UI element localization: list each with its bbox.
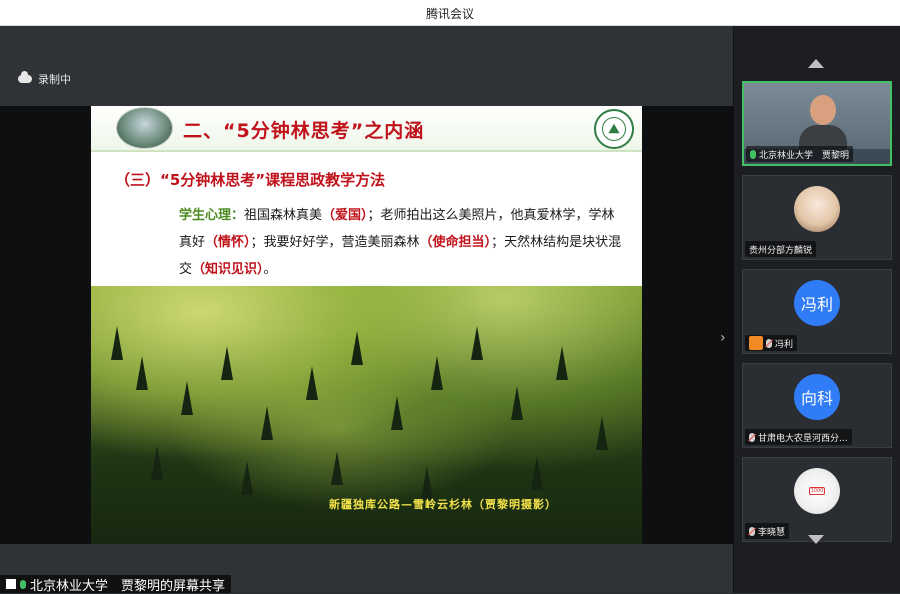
scroll-down-icon[interactable] (808, 535, 824, 544)
participant-avatar (794, 186, 840, 232)
participant-name: 贵州分部方麟锐 (749, 245, 813, 256)
participant-name: 冯利 (775, 339, 794, 350)
para-seg: （爱国） (322, 208, 368, 223)
user-icon (749, 336, 763, 350)
slide-title: 二、“5分钟林思考”之内涵 (183, 120, 425, 142)
participant-tile[interactable]: 1000 李晓慧 (742, 457, 892, 542)
window-titlebar: 腾讯会议 (0, 0, 900, 26)
mic-muted-icon (749, 526, 755, 536)
cloud-icon (18, 71, 32, 83)
para-seg: （情怀） (205, 235, 251, 250)
para-seg: ；我要好好学，营造美丽森林 (250, 235, 420, 250)
participant-name-bar: 冯利 (745, 335, 798, 351)
participant-tile[interactable]: 北京林业大学 贾黎明 (742, 81, 892, 166)
scroll-up-icon[interactable] (808, 59, 824, 68)
participant-avatar: 1000 (794, 468, 840, 514)
main-stage: 录制中 二、“5分钟林思考”之内涵 ⛰ （三）“5分钟林思考”课程思政教学方法 … (0, 26, 733, 593)
para-seg: （使命担当） (419, 235, 492, 250)
chevron-right-icon[interactable]: › (720, 330, 726, 346)
share-banner-text: 北京林业大学 贾黎明的屏幕共享 (30, 578, 226, 594)
participant-tile[interactable]: 贵州分部方麟锐 (742, 175, 892, 260)
participant-tile[interactable]: 冯利 冯利 (742, 269, 892, 354)
mic-icon (20, 579, 26, 589)
participant-name: 李晓慧 (758, 527, 786, 538)
mic-muted-icon (749, 432, 755, 442)
participant-name: 北京林业大学 贾黎明 (759, 150, 850, 161)
slide-paragraph: 学生心理：祖国森林真美（爱国）；老师拍出这么美照片，他真爱林学，学林真好（情怀）… (179, 202, 624, 283)
forest-photo: 新疆独库公路—雪岭云杉林（贾黎明摄影） (91, 286, 642, 544)
screen-share-area: 二、“5分钟林思考”之内涵 ⛰ （三）“5分钟林思考”课程思政教学方法 学生心理… (0, 106, 733, 544)
para-seg: 学生心理： (179, 208, 245, 223)
slide-subtitle: （三）“5分钟林思考”课程思政教学方法 (115, 171, 386, 189)
participant-name-bar: 北京林业大学 贾黎明 (746, 146, 854, 162)
slide-header: 二、“5分钟林思考”之内涵 ⛰ (91, 106, 642, 152)
para-seg: 祖国森林真美 (244, 208, 323, 223)
participant-video (744, 83, 890, 149)
logo-badge-icon: 1000 (809, 487, 825, 495)
participant-name: 甘肃电大农垦河西分... (758, 433, 848, 444)
slide-thumbnail-image (116, 107, 173, 149)
participant-avatar: 冯利 (794, 280, 840, 326)
para-seg: （知识见识） (192, 262, 264, 277)
participant-name-bar: 甘肃电大农垦河西分... (745, 429, 852, 445)
para-seg: 。 (263, 262, 277, 277)
university-logo: ⛰ (594, 109, 634, 149)
recording-label: 录制中 (38, 73, 71, 86)
video-person-head (810, 95, 836, 125)
participant-name-bar: 贵州分部方麟锐 (745, 241, 817, 257)
recording-indicator[interactable]: 录制中 (18, 71, 71, 87)
participant-avatar: 向科 (794, 374, 840, 420)
window-title: 腾讯会议 (425, 7, 474, 21)
participant-tile[interactable]: 向科 甘肃电大农垦河西分... (742, 363, 892, 448)
share-screen-icon (6, 579, 16, 589)
mic-muted-icon (766, 338, 772, 348)
screen-share-banner[interactable]: 北京林业大学 贾黎明的屏幕共享 (0, 575, 232, 594)
presentation-slide: 二、“5分钟林思考”之内涵 ⛰ （三）“5分钟林思考”课程思政教学方法 学生心理… (91, 106, 642, 544)
photo-caption: 新疆独库公路—雪岭云杉林（贾黎明摄影） (329, 498, 557, 511)
mic-icon (750, 149, 756, 159)
participant-name-bar: 李晓慧 (745, 523, 790, 539)
logo-emblem-icon: ⛰ (602, 117, 626, 141)
